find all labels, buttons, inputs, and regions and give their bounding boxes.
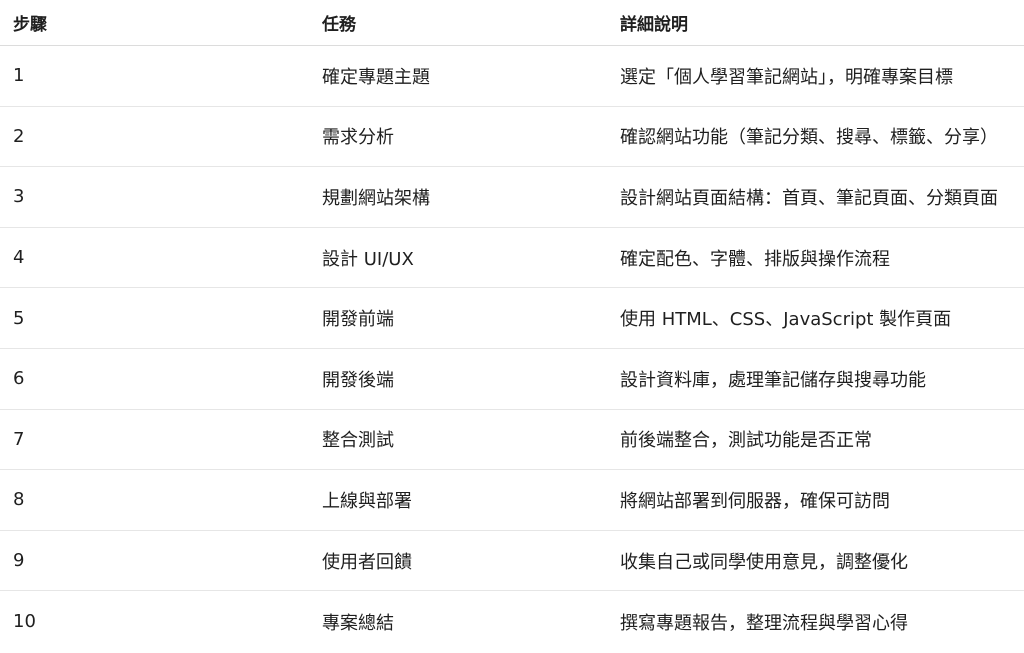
task-cell: 開發前端: [322, 309, 394, 331]
task-cell: 確定專題主題: [322, 66, 430, 88]
detail-cell: 使用 HTML、CSS、JavaScript 製作頁面: [620, 309, 952, 331]
table-row: 7 整合測試 前後端整合，測試功能是否正常: [0, 410, 1024, 471]
table-row: 4 設計 UI/UX 確定配色、字體、排版與操作流程: [0, 228, 1024, 289]
step-cell: 6: [13, 368, 25, 390]
detail-cell: 設計資料庫，處理筆記儲存與搜尋功能: [620, 369, 926, 391]
table-row: 1 確定專題主題 選定「個人學習筆記網站」，明確專案目標: [0, 46, 1024, 107]
detail-cell: 收集自己或同學使用意見，調整優化: [620, 551, 908, 573]
task-cell: 整合測試: [322, 430, 394, 452]
task-cell: 需求分析: [322, 127, 394, 149]
header-step: 步驟: [13, 15, 47, 35]
table-row: 3 規劃網站架構 設計網站頁面結構：首頁、筆記頁面、分類頁面: [0, 167, 1024, 228]
task-cell: 專案總結: [322, 612, 394, 634]
header-detail: 詳細說明: [620, 15, 688, 35]
step-cell: 4: [13, 247, 25, 269]
steps-table: 步驟 任務 詳細說明 1 確定專題主題 選定「個人學習筆記網站」，明確專案目標 …: [0, 0, 1024, 652]
step-cell: 10: [13, 611, 36, 633]
task-cell: 規劃網站架構: [322, 187, 430, 209]
table-row: 10 專案總結 撰寫專題報告，整理流程與學習心得: [0, 591, 1024, 652]
table-row: 8 上線與部署 將網站部署到伺服器，確保可訪問: [0, 470, 1024, 531]
detail-cell: 選定「個人學習筆記網站」，明確專案目標: [620, 66, 953, 88]
step-cell: 8: [13, 489, 25, 511]
table-header-row: 步驟 任務 詳細說明: [0, 0, 1024, 46]
step-cell: 5: [13, 307, 25, 329]
table-row: 6 開發後端 設計資料庫，處理筆記儲存與搜尋功能: [0, 349, 1024, 410]
header-task: 任務: [322, 15, 356, 35]
task-cell: 設計 UI/UX: [322, 248, 414, 270]
step-cell: 9: [13, 550, 25, 572]
task-cell: 上線與部署: [322, 490, 412, 512]
detail-cell: 確定配色、字體、排版與操作流程: [620, 248, 890, 270]
task-cell: 使用者回饋: [322, 551, 412, 573]
detail-cell: 確認網站功能（筆記分類、搜尋、標籤、分享）: [620, 127, 998, 149]
step-cell: 1: [13, 65, 25, 87]
table-row: 9 使用者回饋 收集自己或同學使用意見，調整優化: [0, 531, 1024, 592]
table-row: 2 需求分析 確認網站功能（筆記分類、搜尋、標籤、分享）: [0, 107, 1024, 168]
detail-cell: 將網站部署到伺服器，確保可訪問: [620, 490, 890, 512]
step-cell: 3: [13, 186, 25, 208]
task-cell: 開發後端: [322, 369, 394, 391]
detail-cell: 前後端整合，測試功能是否正常: [620, 430, 872, 452]
detail-cell: 設計網站頁面結構：首頁、筆記頁面、分類頁面: [620, 187, 998, 209]
detail-cell: 撰寫專題報告，整理流程與學習心得: [620, 612, 908, 634]
step-cell: 2: [13, 125, 25, 147]
table-row: 5 開發前端 使用 HTML、CSS、JavaScript 製作頁面: [0, 288, 1024, 349]
step-cell: 7: [13, 428, 25, 450]
